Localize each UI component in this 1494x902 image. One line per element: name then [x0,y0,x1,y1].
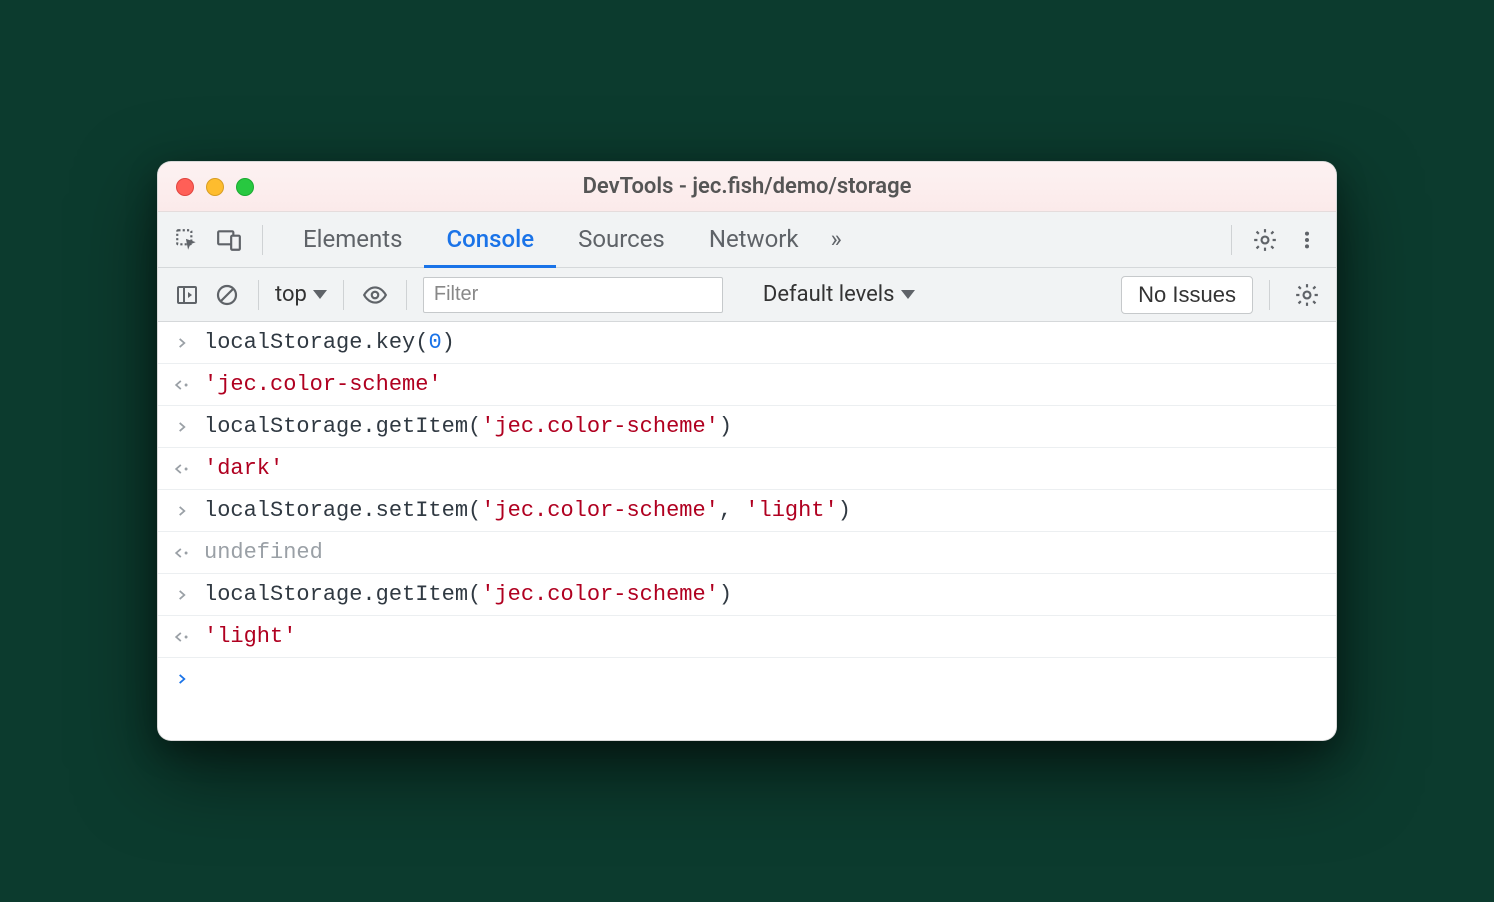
console-prompt-row[interactable] [158,658,1336,700]
prompt-chevron-icon [172,672,192,686]
console-output-row: 'jec.color-scheme' [158,364,1336,406]
tab-console[interactable]: Console [424,212,556,268]
input-chevron-icon [172,588,192,602]
window-title: DevTools - jec.fish/demo/storage [583,174,912,199]
console-output[interactable]: localStorage.key(0) 'jec.color-scheme' loc… [158,322,1336,700]
main-toolbar: Elements Console Sources Network » [158,212,1336,268]
log-levels-label: Default levels [763,282,895,307]
tab-sources[interactable]: Sources [556,212,687,268]
divider [1269,280,1270,310]
divider [1231,225,1232,255]
divider [258,280,259,310]
context-label: top [275,282,307,307]
divider [262,225,263,255]
traffic-lights [176,178,254,196]
divider [343,280,344,310]
code-text: localStorage.setItem('jec.color-scheme',… [204,500,851,522]
console-input-row: localStorage.key(0) [158,322,1336,364]
minimize-icon[interactable] [206,178,224,196]
settings-icon[interactable] [1250,225,1280,255]
chevron-down-icon [901,290,915,299]
divider [406,280,407,310]
inspect-element-icon[interactable] [172,225,202,255]
live-expression-icon[interactable] [360,280,390,310]
console-output-row: undefined [158,532,1336,574]
issues-button[interactable]: No Issues [1121,276,1253,314]
input-chevron-icon [172,504,192,518]
chevron-down-icon [313,290,327,299]
console-input-row: localStorage.getItem('jec.color-scheme') [158,406,1336,448]
clear-console-icon[interactable] [212,280,242,310]
fullscreen-icon[interactable] [236,178,254,196]
tab-elements[interactable]: Elements [281,212,424,268]
tabs-overflow-button[interactable]: » [821,212,852,268]
input-chevron-icon [172,420,192,434]
device-toolbar-icon[interactable] [214,225,244,255]
output-chevron-icon [172,462,192,476]
code-text: localStorage.getItem('jec.color-scheme') [204,416,732,438]
toggle-sidebar-icon[interactable] [172,280,202,310]
output-chevron-icon [172,546,192,560]
devtools-window: DevTools - jec.fish/demo/storage Element… [157,161,1337,741]
context-selector[interactable]: top [275,282,327,307]
titlebar: DevTools - jec.fish/demo/storage [158,162,1336,212]
code-text: 'light' [204,626,296,648]
close-icon[interactable] [176,178,194,196]
console-settings-icon[interactable] [1292,280,1322,310]
code-text: localStorage.key(0) [204,332,455,354]
console-output-row: 'light' [158,616,1336,658]
console-output-row: 'dark' [158,448,1336,490]
code-text: 'jec.color-scheme' [204,374,442,396]
output-chevron-icon [172,630,192,644]
console-input-row: localStorage.setItem('jec.color-scheme',… [158,490,1336,532]
code-text: 'dark' [204,458,283,480]
input-chevron-icon [172,336,192,350]
filter-input[interactable] [423,277,723,313]
tab-network[interactable]: Network [687,212,821,268]
console-toolbar: top Default levels No Issues [158,268,1336,322]
code-text: undefined [204,542,323,564]
more-menu-icon[interactable] [1292,225,1322,255]
panel-tabs: Elements Console Sources Network » [281,212,852,267]
console-input-row: localStorage.getItem('jec.color-scheme') [158,574,1336,616]
code-text: localStorage.getItem('jec.color-scheme') [204,584,732,606]
log-levels-selector[interactable]: Default levels [763,282,915,307]
output-chevron-icon [172,378,192,392]
